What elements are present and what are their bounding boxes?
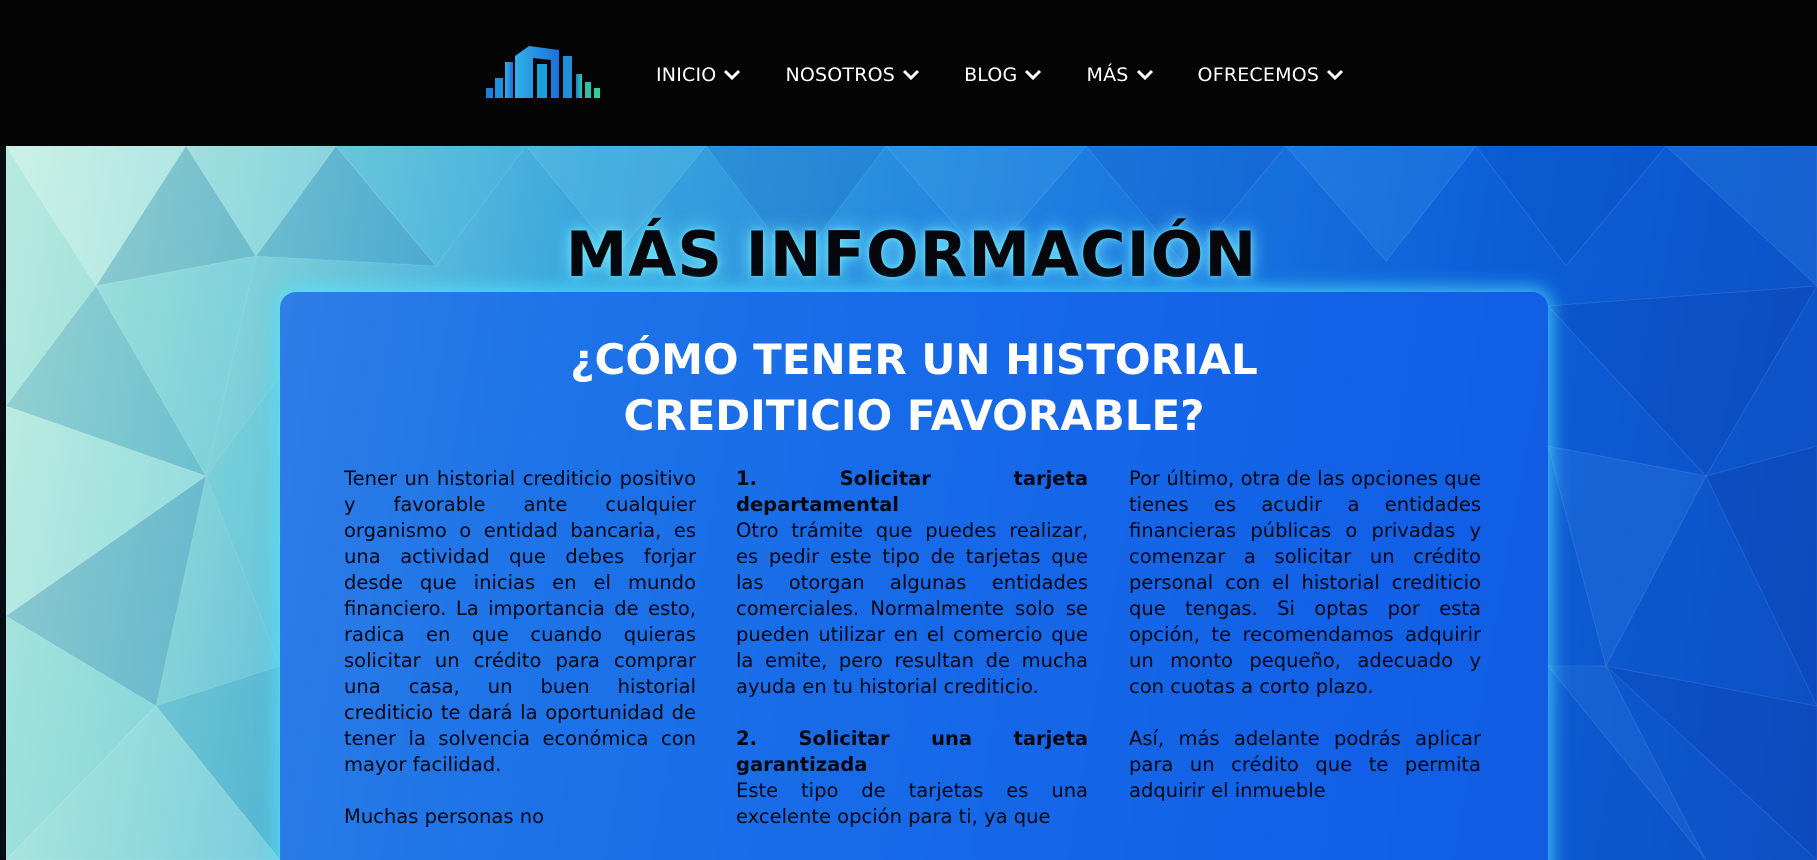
chevron-down-icon — [1327, 69, 1344, 81]
info-section: MÁS INFORMACIÓN ¿CÓMO TENER UN HISTORIAL… — [6, 146, 1817, 860]
article-column-1: Tener un historial crediticio positivo y… — [344, 466, 696, 856]
menu-item-blog[interactable]: BLOG — [964, 64, 1042, 86]
chevron-down-icon — [1025, 69, 1042, 81]
paragraph: Tener un historial crediticio positivo y… — [344, 467, 696, 776]
chevron-down-icon — [724, 69, 741, 81]
menu-item-label: BLOG — [964, 64, 1018, 86]
menu-item-nosotros[interactable]: NOSOTROS — [785, 64, 920, 86]
list-section: 2. Solicitar una tarjeta garantizada Est… — [736, 726, 1088, 830]
building-bars-logo[interactable] — [484, 40, 606, 100]
chevron-down-icon — [1136, 69, 1153, 81]
menu-item-label: MÁS — [1086, 64, 1129, 86]
main-menu: INICIO NOSOTROS BLOG MÁS OFRECEMOS — [656, 64, 1388, 86]
subheading: 1. Solicitar tarjeta departamental — [736, 467, 1088, 516]
menu-item-label: NOSOTROS — [785, 64, 896, 86]
paragraph: Así, más adelante podrás aplicar para un… — [1129, 727, 1481, 802]
paragraph: Este tipo de tarjetas es una excelente o… — [736, 779, 1088, 828]
menu-item-inicio[interactable]: INICIO — [656, 64, 741, 86]
chevron-down-icon — [903, 69, 920, 81]
browser-viewport: INICIO NOSOTROS BLOG MÁS OFRECEMOS MÁS I… — [0, 0, 1817, 860]
paragraph: Otro trámite que puedes realizar, es ped… — [736, 519, 1088, 698]
subheading: 2. Solicitar una tarjeta garantizada — [736, 727, 1088, 776]
menu-item-label: OFRECEMOS — [1197, 64, 1320, 86]
top-navbar: INICIO NOSOTROS BLOG MÁS OFRECEMOS — [0, 0, 1817, 146]
paragraph: Muchas personas no — [344, 805, 545, 828]
menu-item-mas[interactable]: MÁS — [1086, 64, 1153, 86]
article-card: ¿CÓMO TENER UN HISTORIAL CREDITICIO FAVO… — [280, 292, 1548, 860]
menu-item-label: INICIO — [656, 64, 717, 86]
article-column-3: Por último, otra de las opciones que tie… — [1129, 466, 1481, 830]
menu-item-ofrecemos[interactable]: OFRECEMOS — [1198, 64, 1345, 86]
article-column-2: 1. Solicitar tarjeta departamental Otro … — [736, 466, 1088, 856]
article-title: ¿CÓMO TENER UN HISTORIAL CREDITICIO FAVO… — [570, 335, 1258, 440]
section-title: MÁS INFORMACIÓN — [565, 217, 1258, 291]
paragraph: Por último, otra de las opciones que tie… — [1129, 467, 1481, 698]
list-section: 1. Solicitar tarjeta departamental Otro … — [736, 466, 1088, 700]
